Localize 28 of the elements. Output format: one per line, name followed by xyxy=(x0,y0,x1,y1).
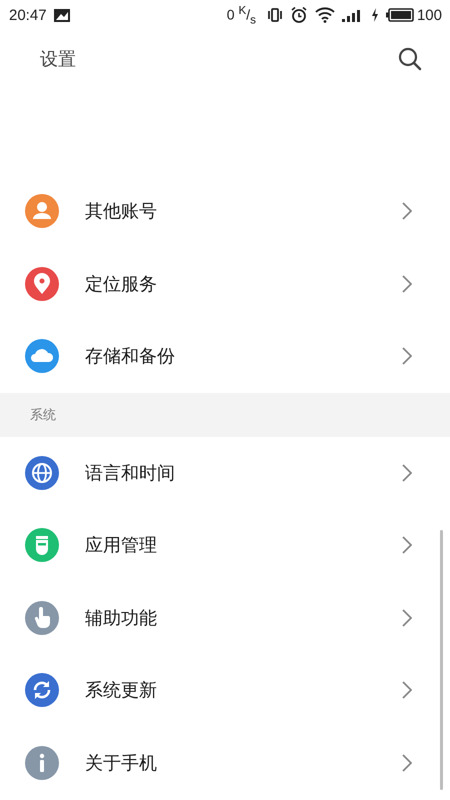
section-title: 系统 xyxy=(30,406,56,424)
chevron-icon xyxy=(402,347,412,366)
charging-icon xyxy=(370,8,379,22)
chevron-icon xyxy=(402,464,412,482)
page-title: 设置 xyxy=(40,48,76,71)
chevron-icon xyxy=(402,608,412,627)
settings-item[interactable]: 其他账号 xyxy=(0,175,450,248)
network-speed: 0 $^{K}$/$_{s}$ xyxy=(226,4,256,26)
clock-time: 20:47 xyxy=(9,6,47,24)
settings-item[interactable]: 辅助功能 xyxy=(0,582,450,654)
battery-icon xyxy=(386,8,414,22)
chevron-icon xyxy=(402,681,412,700)
settings-item[interactable]: 语言和时间 xyxy=(0,436,450,509)
settings-item[interactable]: 应用管理 xyxy=(0,509,450,582)
vibrate-icon xyxy=(266,7,283,23)
settings-item[interactable]: 存储和备份 xyxy=(0,320,450,392)
search-icon[interactable] xyxy=(398,47,422,71)
chevron-icon xyxy=(402,274,412,293)
settings-item[interactable]: 关于手机 xyxy=(0,726,450,799)
settings-item[interactable]: 系统更新 xyxy=(0,654,450,726)
battery-level: 100 xyxy=(416,6,442,24)
alarm-icon xyxy=(290,6,308,24)
wifi-icon xyxy=(314,7,335,23)
chevron-icon xyxy=(402,536,412,554)
image-notification-icon xyxy=(54,8,70,22)
chevron-icon xyxy=(402,202,412,220)
settings-item[interactable]: 定位服务 xyxy=(0,248,450,320)
chevron-icon xyxy=(402,754,412,772)
